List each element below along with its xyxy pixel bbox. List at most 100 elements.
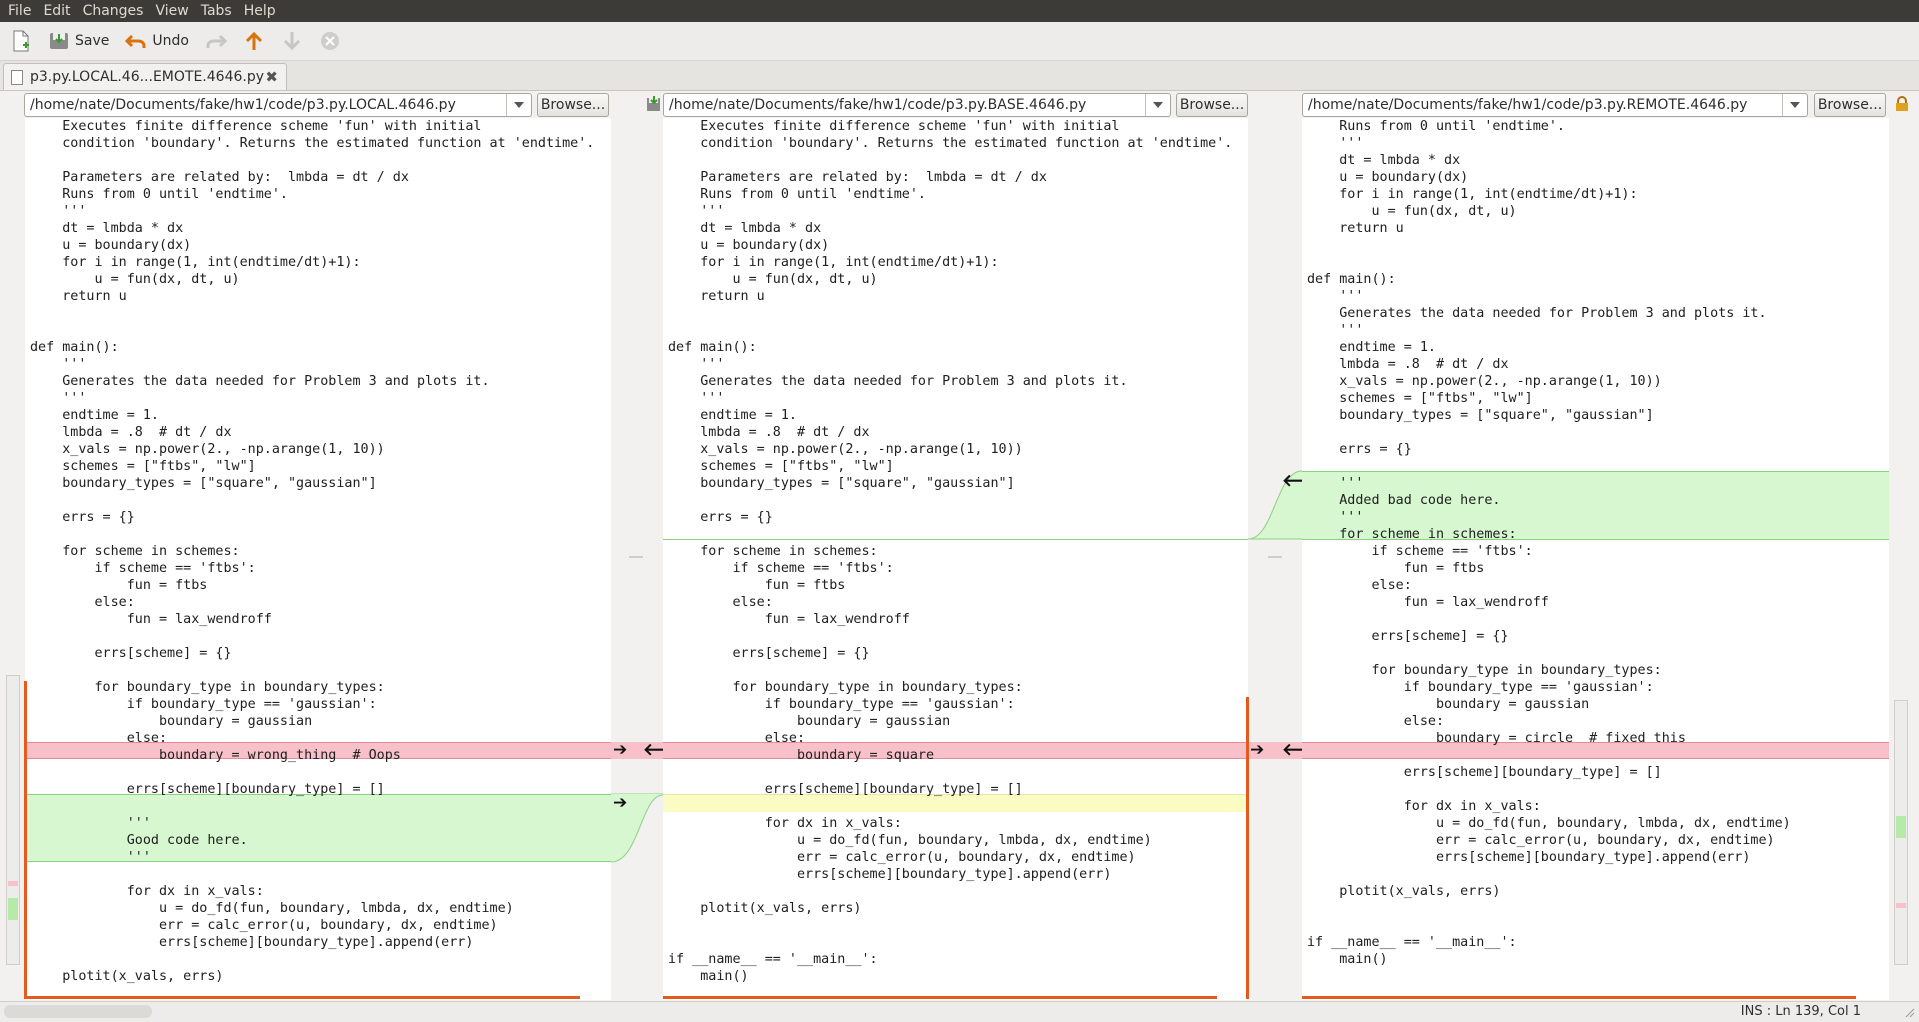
- previous-change-button[interactable]: [237, 26, 271, 56]
- code-line: Runs from 0 until 'endtime'.: [668, 187, 926, 202]
- copy-right-arrow-icon[interactable]: ➔: [613, 795, 627, 812]
- local-path-combo[interactable]: /home/nate/Documents/fake/hw1/code/p3.py…: [24, 93, 532, 117]
- menu-bar: File Edit Changes View Tabs Help: [0, 0, 1919, 22]
- right-diff-gutter: ➔ 🡐 🡐: [1248, 118, 1328, 1000]
- menu-edit[interactable]: Edit: [37, 0, 76, 22]
- left-change-map[interactable]: [6, 675, 20, 965]
- code-line: endtime = 1.: [1307, 340, 1436, 355]
- base-code-pane[interactable]: Executes finite difference scheme 'fun' …: [663, 118, 1248, 1000]
- code-line: Parameters are related by: lmbda = dt / …: [668, 170, 1047, 185]
- remote-code-pane[interactable]: Runs from 0 until 'endtime'. ''' dt = lm…: [1302, 118, 1889, 1000]
- menu-changes[interactable]: Changes: [77, 0, 150, 22]
- copy-right-arrow-icon[interactable]: ➔: [613, 742, 627, 759]
- save-label: Save: [75, 33, 110, 49]
- code-line: u = fun(dx, dt, u): [30, 272, 240, 287]
- stop-button[interactable]: [313, 26, 347, 56]
- close-tab-icon[interactable]: ✖: [265, 68, 278, 86]
- base-code: Executes finite difference scheme 'fun' …: [663, 118, 1232, 985]
- next-change-button[interactable]: [275, 26, 309, 56]
- code-line: u = do_fd(fun, boundary, lmbda, dx, endt…: [668, 833, 1152, 848]
- code-line: lmbda = .8 # dt / dx: [1307, 357, 1509, 372]
- undo-button[interactable]: Undo: [119, 26, 195, 56]
- local-code-pane[interactable]: Executes finite difference scheme 'fun' …: [25, 118, 611, 1000]
- stop-icon: [319, 30, 341, 52]
- conflict-marker: [26, 996, 580, 999]
- menu-tabs[interactable]: Tabs: [195, 0, 238, 22]
- code-line: fun = lax_wendroff: [668, 612, 910, 627]
- code-line: for scheme in schemes:: [30, 544, 240, 559]
- code-line: def main():: [1307, 272, 1396, 287]
- code-line: errs = {}: [1307, 442, 1412, 457]
- status-bar: INS : Ln 139, Col 1: [0, 1001, 1919, 1022]
- base-browse-button[interactable]: Browse...: [1176, 93, 1248, 117]
- resize-grip-icon[interactable]: [1903, 1006, 1915, 1018]
- menu-help[interactable]: Help: [238, 0, 282, 22]
- menu-view[interactable]: View: [149, 0, 194, 22]
- code-line: if boundary_type == 'gaussian':: [30, 697, 377, 712]
- local-path-text: /home/nate/Documents/fake/hw1/code/p3.py…: [30, 97, 456, 113]
- code-line: for i in range(1, int(endtime/dt)+1):: [1307, 187, 1638, 202]
- code-line: errs[scheme][boundary_type].append(err): [30, 935, 474, 950]
- code-line: schemes = ["ftbs", "lw"]: [668, 459, 894, 474]
- code-line: Runs from 0 until 'endtime'.: [1307, 119, 1565, 134]
- code-line: else:: [668, 731, 806, 746]
- remote-browse-button[interactable]: Browse...: [1814, 93, 1886, 117]
- code-line: errs = {}: [30, 510, 135, 525]
- code-line: condition 'boundary'. Returns the estima…: [30, 136, 595, 151]
- local-browse-button[interactable]: Browse...: [537, 93, 609, 117]
- code-line: return u: [668, 289, 765, 304]
- redo-button[interactable]: [199, 26, 233, 56]
- new-button[interactable]: [4, 26, 38, 56]
- remote-path-text: /home/nate/Documents/fake/hw1/code/p3.py…: [1308, 97, 1748, 113]
- code-line: u = do_fd(fun, boundary, lmbda, dx, endt…: [30, 901, 514, 916]
- code-line: u = boundary(dx): [668, 238, 830, 253]
- code-line: fun = ftbs: [30, 578, 208, 593]
- code-line: if scheme == 'ftbs':: [1307, 544, 1533, 559]
- code-line: def main():: [30, 340, 119, 355]
- code-line: dt = lmbda * dx: [1307, 153, 1461, 168]
- code-line: boundary_types = ["square", "gaussian"]: [668, 476, 1015, 491]
- arrow-up-icon: [243, 30, 265, 52]
- base-path-combo[interactable]: /home/nate/Documents/fake/hw1/code/p3.py…: [663, 93, 1171, 117]
- code-line: boundary = gaussian: [668, 714, 951, 729]
- chevron-down-icon[interactable]: [506, 94, 531, 116]
- remote-path-combo[interactable]: /home/nate/Documents/fake/hw1/code/p3.py…: [1302, 93, 1808, 117]
- remote-code: Runs from 0 until 'endtime'. ''' dt = lm…: [1302, 118, 1791, 968]
- code-line: schemes = ["ftbs", "lw"]: [30, 459, 256, 474]
- code-line: err = calc_error(u, boundary, dx, endtim…: [1307, 833, 1775, 848]
- right-change-map[interactable]: [1894, 700, 1908, 965]
- copy-right-arrow-icon[interactable]: ➔: [1250, 742, 1264, 759]
- code-line: return u: [30, 289, 127, 304]
- menu-file[interactable]: File: [0, 0, 37, 22]
- new-document-icon: [10, 30, 32, 52]
- horizontal-scrollbar[interactable]: [4, 1005, 152, 1018]
- tab-merge-file[interactable]: p3.py.LOCAL.46...EMOTE.4646.py ✖: [3, 63, 287, 90]
- code-line: else:: [1307, 578, 1412, 593]
- code-line: if scheme == 'ftbs':: [30, 561, 256, 576]
- code-line: ''': [1307, 323, 1364, 338]
- save-button[interactable]: Save: [42, 26, 115, 56]
- chevron-down-icon[interactable]: [1782, 94, 1807, 116]
- code-line: for boundary_type in boundary_types:: [668, 680, 1023, 695]
- code-line: u = boundary(dx): [30, 238, 192, 253]
- code-line: u = fun(dx, dt, u): [1307, 204, 1517, 219]
- code-line: for dx in x_vals:: [1307, 799, 1541, 814]
- code-line: x_vals = np.power(2., -np.arange(1, 10)): [1307, 374, 1662, 389]
- chevron-down-icon[interactable]: [1145, 94, 1170, 116]
- code-line: for i in range(1, int(endtime/dt)+1):: [668, 255, 999, 270]
- code-line: main(): [1307, 952, 1388, 967]
